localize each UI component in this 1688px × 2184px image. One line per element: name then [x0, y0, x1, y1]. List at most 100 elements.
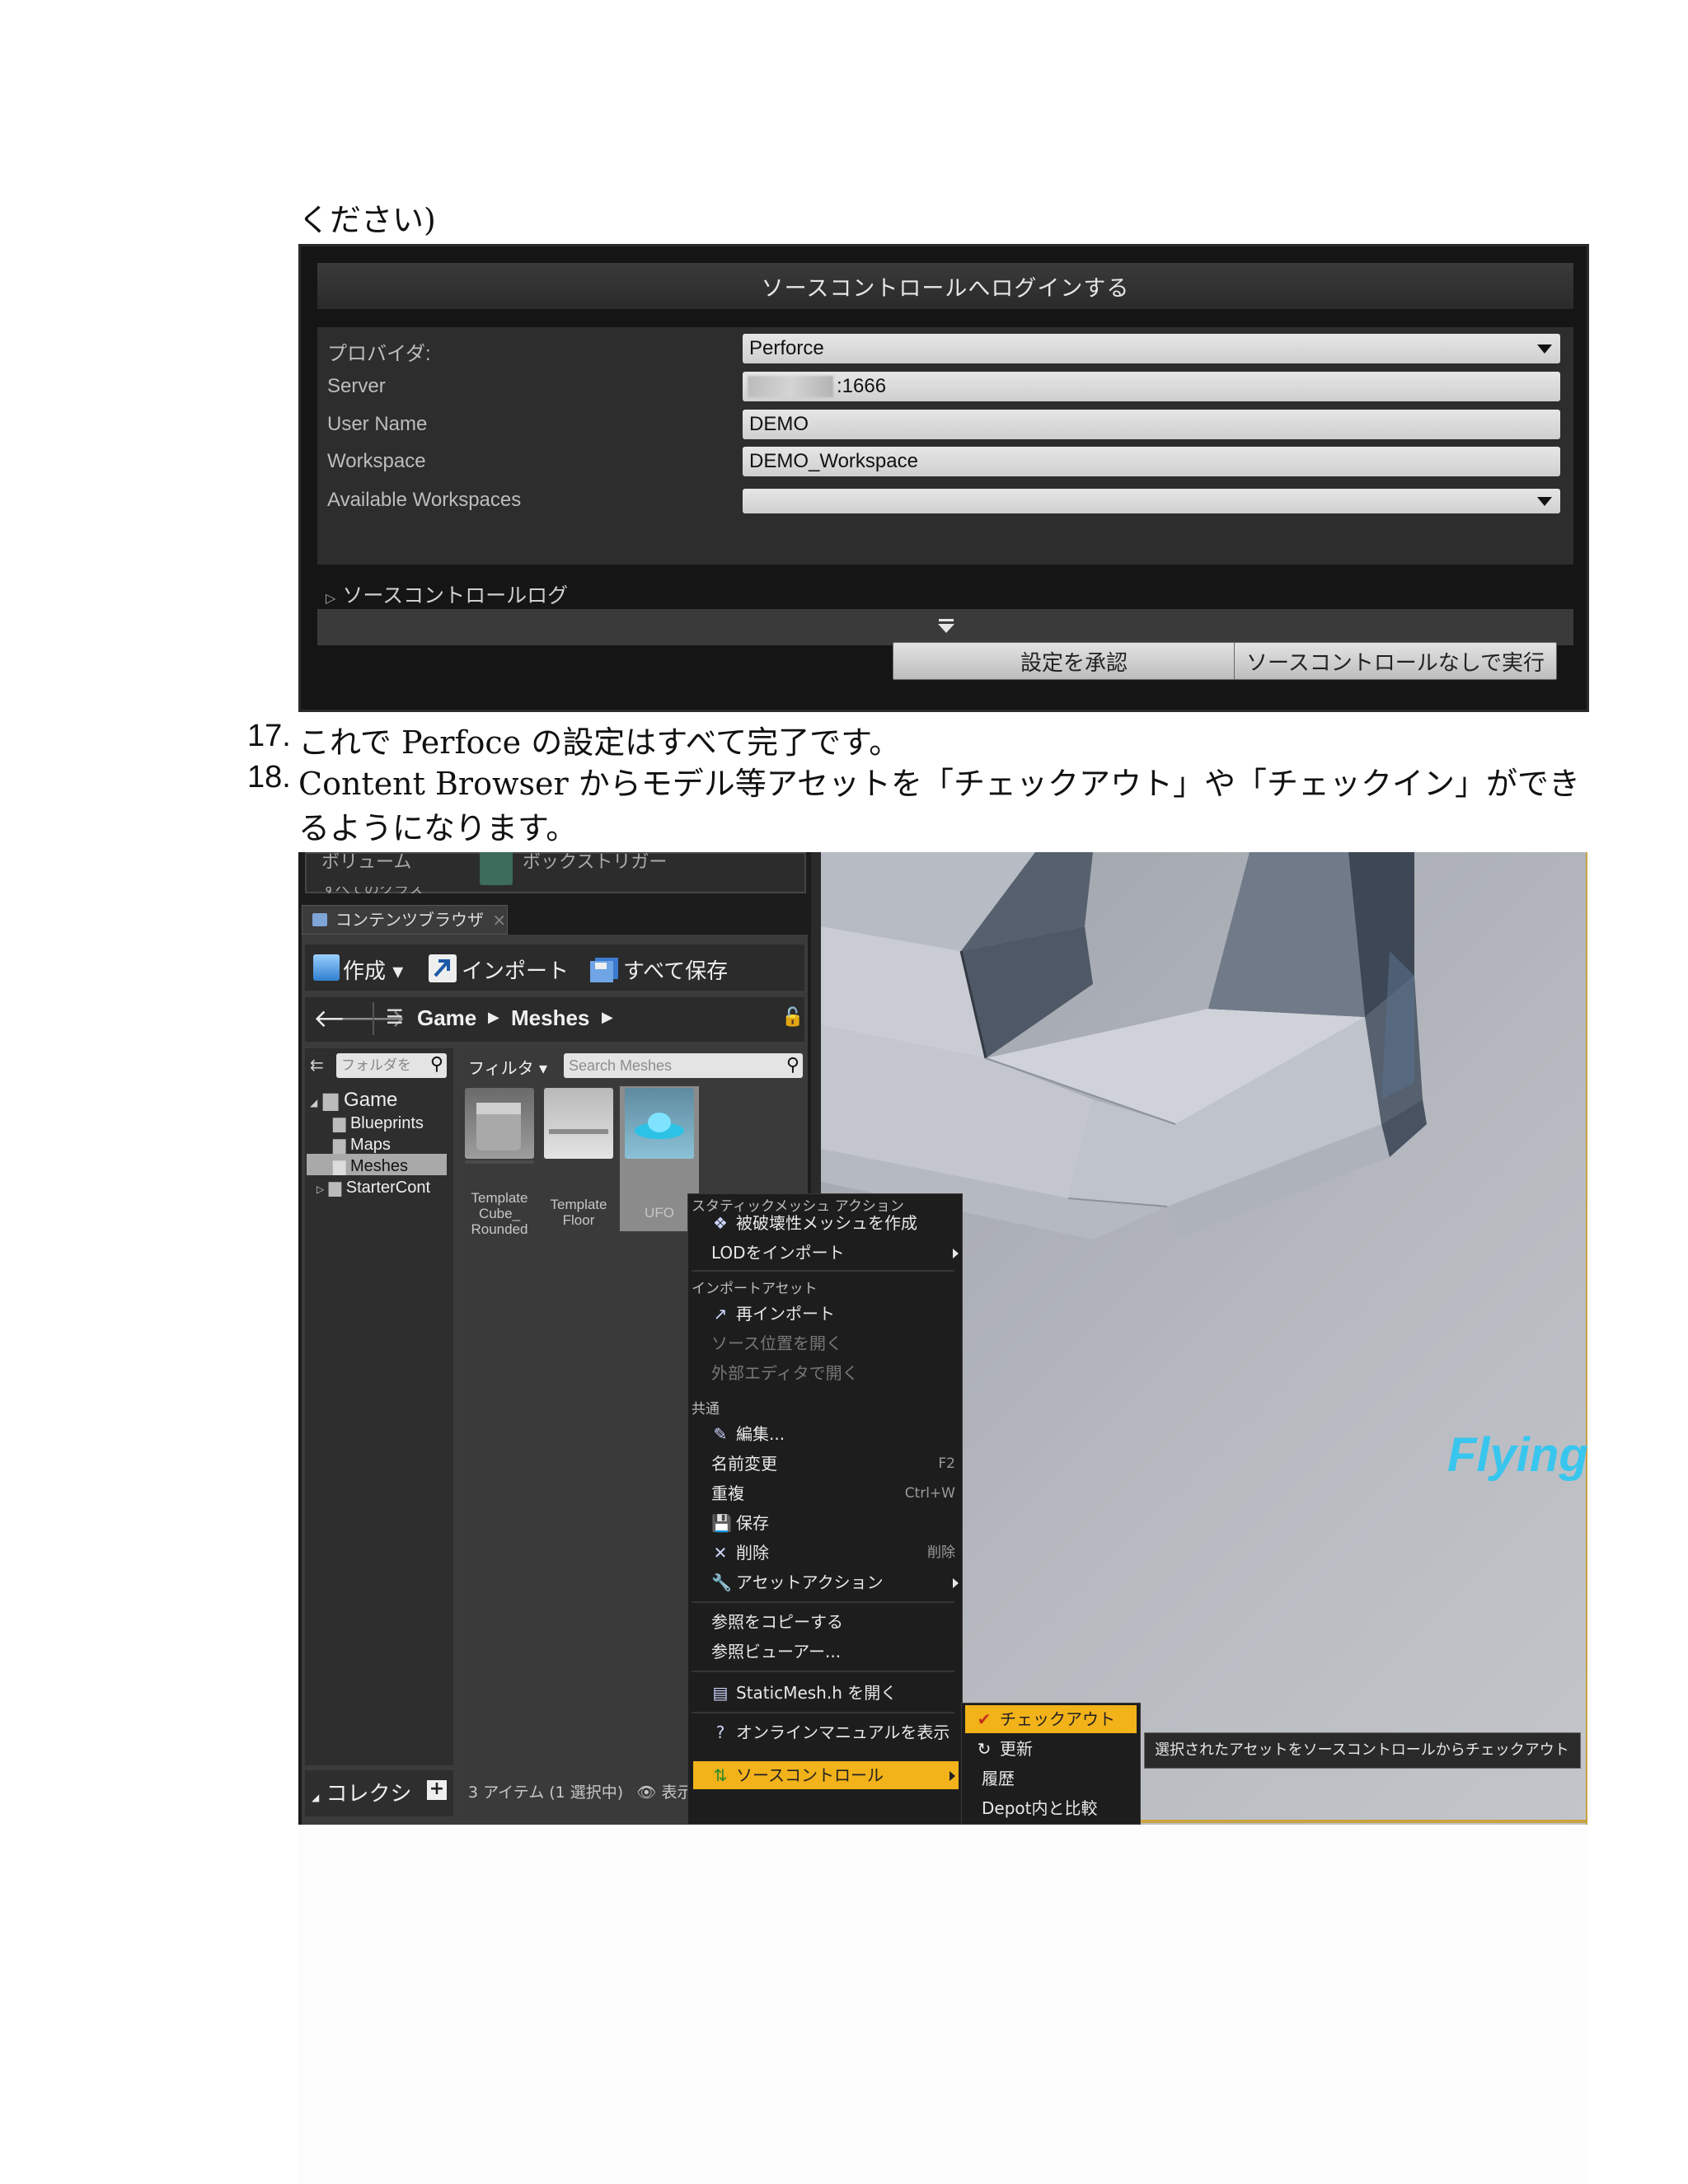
- close-icon[interactable]: ×: [492, 910, 506, 930]
- expand-bar[interactable]: [317, 609, 1573, 645]
- menu-rename[interactable]: 名前変更 F2: [688, 1450, 962, 1478]
- import-icon: [429, 954, 457, 982]
- menu-asset-actions[interactable]: 🔧 アセットアクション: [688, 1568, 962, 1596]
- top-cut-panel: ボリューム ボックストリガー すべてのクラス: [305, 852, 806, 893]
- asset-context-menu: スタティックメッシュ アクション ❖ 被破壊性メッシュを作成 LODをインポート …: [687, 1193, 963, 1825]
- dialog-title: ソースコントロールへログインする: [317, 263, 1573, 309]
- username-label: User Name: [327, 413, 428, 435]
- asset-label-ufo: UFO: [645, 1205, 674, 1221]
- save-all-button[interactable]: すべて保存: [623, 954, 728, 985]
- asset-thumb-floor[interactable]: [544, 1088, 613, 1159]
- asset-label-floor: Template Floor: [550, 1197, 607, 1228]
- folder-icon: ▆: [322, 1089, 339, 1111]
- menu-open-source-location: ソース位置を開く: [711, 1333, 842, 1353]
- menu-reimport[interactable]: ↗ 再インポート: [688, 1300, 962, 1328]
- section-import-asset: インポートアセット: [692, 1281, 818, 1297]
- chevron-down-icon: [1537, 344, 1552, 354]
- asset-search-input[interactable]: Search Meshes ⚲: [564, 1053, 803, 1078]
- viewport-flying-text: Flying: [1447, 1428, 1587, 1482]
- folder-meshes[interactable]: ▆ Meshes: [333, 1155, 408, 1176]
- help-icon: ?: [715, 1722, 725, 1742]
- refresh-icon: ↻: [977, 1739, 992, 1759]
- continued-text-fragment: ください): [298, 202, 436, 238]
- menu-checkout[interactable]: ✔ チェックアウト: [965, 1705, 1137, 1733]
- lock-icon[interactable]: 🔓: [781, 1007, 804, 1028]
- menu-source-control[interactable]: ⇅ ソースコントロール: [693, 1761, 959, 1789]
- provider-value: Perforce: [749, 337, 824, 359]
- add-collection-icon[interactable]: +: [427, 1780, 447, 1800]
- log-label: ソースコントロールログ: [342, 583, 569, 607]
- asset-thumb-cube[interactable]: [465, 1088, 534, 1159]
- menu-edit[interactable]: ✎ 編集...: [688, 1420, 962, 1448]
- code-file-icon: ▤: [712, 1683, 729, 1703]
- content-browser-icon: [312, 913, 327, 926]
- folder-startercontent[interactable]: ▷ ▆ StarterCont: [316, 1177, 450, 1197]
- list-number-18: 18.: [247, 760, 291, 794]
- chevron-down-icon: [1537, 497, 1552, 506]
- page-lower-area: [298, 1825, 1587, 2184]
- edit-icon: ✎: [713, 1424, 728, 1444]
- item-17-text: これで Perfoce の設定はすべて完了です。: [298, 724, 901, 761]
- collections-header[interactable]: ◢ コレクシ: [312, 1777, 412, 1807]
- menu-duplicate[interactable]: 重複 Ctrl+W: [688, 1479, 962, 1507]
- menu-save[interactable]: 💾 保存: [688, 1509, 962, 1537]
- source-control-login-dialog: ソースコントロールへログインする プロバイダ: Perforce Server …: [298, 244, 1589, 712]
- workspace-field[interactable]: DEMO_Workspace: [743, 447, 1560, 476]
- breadcrumb-meshes[interactable]: Meshes: [511, 1005, 589, 1031]
- menu-online-manual[interactable]: ? オンラインマニュアルを表示: [688, 1718, 962, 1746]
- item-count: 3 アイテム (1 選択中): [468, 1783, 624, 1802]
- menu-diff-depot[interactable]: Depot内と比較: [962, 1794, 1140, 1822]
- available-workspaces-select[interactable]: [743, 489, 1560, 513]
- menu-refresh[interactable]: ↻ 更新: [962, 1735, 1140, 1763]
- item-18-text-line1: Content Browser からモデル等アセットを「チェックアウト」や「チェ…: [298, 766, 1580, 802]
- accept-settings-button[interactable]: 設定を承認: [893, 642, 1255, 680]
- folder-maps[interactable]: ▆ Maps: [333, 1134, 391, 1155]
- menu-open-header[interactable]: ▤ StaticMesh.h を開く: [688, 1679, 962, 1707]
- provider-label: プロバイダ:: [327, 343, 431, 365]
- provider-select[interactable]: Perforce: [743, 334, 1560, 363]
- folder-search-input[interactable]: フォルダを ⚲: [336, 1053, 447, 1078]
- run-without-source-control-button[interactable]: ソースコントロールなしで実行: [1234, 642, 1557, 680]
- content-browser-tab[interactable]: コンテンツブラウザ ×: [302, 905, 508, 935]
- available-workspaces-label: Available Workspaces: [327, 489, 522, 511]
- folder-list-icon[interactable]: ☰: [386, 1005, 404, 1029]
- menu-delete[interactable]: ✕ 削除 削除: [688, 1539, 962, 1567]
- folder-blueprints[interactable]: ▆ Blueprints: [333, 1113, 424, 1133]
- wrench-icon: 🔧: [711, 1572, 732, 1592]
- expand-arrow-icon: [938, 619, 954, 633]
- folder-tree: ⇇ フォルダを ⚲ ◢ ▆ Game ▆ Blueprints ▆ Maps ▆…: [305, 1048, 453, 1765]
- save-icon: 💾: [711, 1513, 732, 1533]
- chevron-right-icon[interactable]: ▶: [488, 1009, 499, 1026]
- asset-label-cube: Template Cube_ Rounded: [471, 1190, 528, 1237]
- reimport-icon: ↗: [713, 1304, 728, 1324]
- search-icon[interactable]: ⚲: [786, 1052, 799, 1077]
- ufo-icon: [635, 1113, 684, 1139]
- menu-copy-reference[interactable]: 参照をコピーする: [688, 1608, 962, 1636]
- create-button[interactable]: 作成 ▾: [343, 954, 403, 985]
- asset-thumb-ufo[interactable]: [625, 1088, 694, 1159]
- menu-history[interactable]: 履歴: [962, 1765, 1140, 1793]
- search-icon[interactable]: ⚲: [430, 1053, 443, 1077]
- collections-panel: ◢ コレクシ +: [305, 1770, 453, 1816]
- triangle-right-icon: ▷: [326, 590, 336, 606]
- menu-create-destructible[interactable]: ❖ 被破壊性メッシュを作成: [688, 1209, 962, 1237]
- username-field[interactable]: DEMO: [743, 410, 1560, 439]
- folder-game[interactable]: ◢ ▆ Game: [310, 1088, 397, 1112]
- settings-panel: プロバイダ: Perforce Server :1666 User Name D…: [317, 327, 1573, 645]
- filter-button[interactable]: フィルタ ▾: [468, 1055, 547, 1079]
- menu-import-lod[interactable]: LODをインポート: [688, 1239, 962, 1267]
- section-common: 共通: [692, 1401, 720, 1418]
- server-field[interactable]: :1666: [743, 372, 1560, 401]
- import-button[interactable]: インポート: [462, 954, 569, 985]
- menu-reference-viewer[interactable]: 参照ビューアー...: [688, 1638, 962, 1666]
- log-toggle[interactable]: ▷ ソースコントロールログ: [326, 579, 568, 609]
- chevron-right-icon[interactable]: ▶: [602, 1009, 613, 1026]
- breadcrumb-game[interactable]: Game: [417, 1005, 476, 1031]
- workspace-label: Workspace: [327, 450, 426, 472]
- trigger-icon: [480, 852, 513, 885]
- chevron-right-icon: [953, 1249, 959, 1258]
- browser-toolbar: 作成 ▾ インポート すべて保存: [305, 944, 804, 991]
- source-control-icon: ⇅: [713, 1765, 728, 1785]
- folder-icon: ▆: [333, 1114, 346, 1132]
- collapse-tree-icon[interactable]: ⇇: [310, 1055, 324, 1075]
